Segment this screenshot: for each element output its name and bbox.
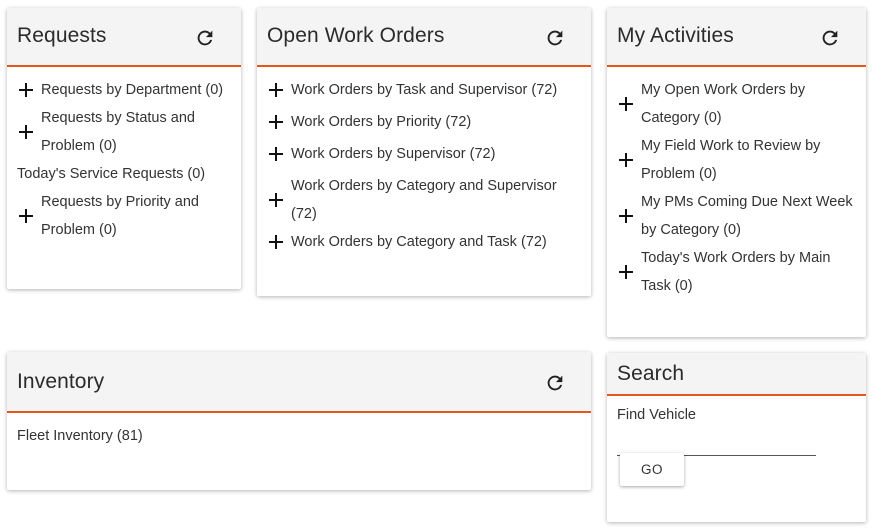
expand-plus-icon[interactable] [19,125,33,139]
search-title: Search [617,362,685,385]
list-item-fleet-inventory[interactable]: Fleet Inventory (81) [17,422,581,450]
my-activities-title: My Activities [617,24,734,47]
expand-plus-icon[interactable] [619,97,633,111]
list-item-todays-service-requests[interactable]: Today's Service Requests (0) [17,160,231,188]
list-item-label: Today's Work Orders by Main Task (0) [641,250,831,294]
refresh-icon[interactable] [194,27,216,49]
list-item-requests-by-status[interactable]: Requests by Status and Problem (0) [17,104,209,160]
list-item-my-open-work-orders[interactable]: My Open Work Orders by Category (0) [617,76,821,132]
list-item-requests-by-priority[interactable]: Requests by Priority and Problem (0) [17,188,209,244]
list-item-label: Work Orders by Category and Task (72) [291,234,547,250]
refresh-icon[interactable] [544,27,566,49]
requests-card: Requests Requests by Department (0) Requ… [7,8,241,289]
list-item-label: Requests by Status and Problem (0) [41,110,195,154]
list-item-label: Work Orders by Task and Supervisor (72) [291,82,558,98]
inventory-card: Inventory Fleet Inventory (81) [7,352,591,490]
expand-plus-icon[interactable] [619,153,633,167]
my-activities-card: My Activities My Open Work Orders by Cat… [607,8,866,337]
list-item-wo-by-priority[interactable]: Work Orders by Priority (72) [267,108,581,136]
list-item-todays-work-orders[interactable]: Today's Work Orders by Main Task (0) [617,244,846,300]
expand-plus-icon[interactable] [269,115,283,129]
list-item-requests-by-department[interactable]: Requests by Department (0) [17,76,233,104]
requests-title: Requests [17,24,107,47]
open-work-orders-header: Open Work Orders [257,8,591,67]
inventory-title: Inventory [17,370,105,393]
list-item-wo-by-category-supervisor[interactable]: Work Orders by Category and Supervisor (… [267,172,571,228]
open-work-orders-card: Open Work Orders Work Orders by Task and… [257,8,591,296]
list-item-wo-by-task-supervisor[interactable]: Work Orders by Task and Supervisor (72) [267,76,581,104]
list-item-label: Today's Service Requests (0) [17,166,206,182]
list-item-label: My PMs Coming Due Next Week by Category … [641,194,853,238]
list-item-label: Fleet Inventory (81) [17,428,143,444]
search-header: Search [607,353,866,396]
open-work-orders-list: Work Orders by Task and Supervisor (72) … [257,67,591,256]
expand-plus-icon[interactable] [269,147,283,161]
inventory-list: Fleet Inventory (81) [7,413,591,450]
list-item-my-field-work[interactable]: My Field Work to Review by Problem (0) [617,132,831,188]
requests-header: Requests [7,8,241,67]
list-item-my-pms-coming-due[interactable]: My PMs Coming Due Next Week by Category … [617,188,856,244]
my-activities-header: My Activities [607,8,866,67]
list-item-label: Requests by Department (0) [41,82,224,98]
refresh-icon[interactable] [819,27,841,49]
open-work-orders-title: Open Work Orders [267,24,445,47]
expand-plus-icon[interactable] [619,209,633,223]
list-item-wo-by-supervisor[interactable]: Work Orders by Supervisor (72) [267,140,581,168]
list-item-label: Work Orders by Category and Supervisor (… [291,178,557,222]
expand-plus-icon[interactable] [19,83,33,97]
expand-plus-icon[interactable] [619,265,633,279]
list-item-label: Requests by Priority and Problem (0) [41,194,199,238]
expand-plus-icon[interactable] [269,193,283,207]
expand-plus-icon[interactable] [19,209,33,223]
list-item-wo-by-category-task[interactable]: Work Orders by Category and Task (72) [267,228,581,256]
expand-plus-icon[interactable] [269,235,283,249]
my-activities-list: My Open Work Orders by Category (0) My F… [607,67,866,300]
refresh-icon[interactable] [544,372,566,394]
search-card: Search Find Vehicle GO [607,353,866,522]
find-vehicle-label: Find Vehicle [617,407,696,423]
list-item-label: My Field Work to Review by Problem (0) [641,138,821,182]
inventory-header: Inventory [7,352,591,413]
go-button[interactable]: GO [620,453,684,486]
list-item-label: Work Orders by Supervisor (72) [291,146,496,162]
requests-list: Requests by Department (0) Requests by S… [7,67,241,244]
expand-plus-icon[interactable] [269,83,283,97]
search-body: Find Vehicle GO [607,396,866,525]
list-item-label: Work Orders by Priority (72) [291,114,472,130]
list-item-label: My Open Work Orders by Category (0) [641,82,806,126]
